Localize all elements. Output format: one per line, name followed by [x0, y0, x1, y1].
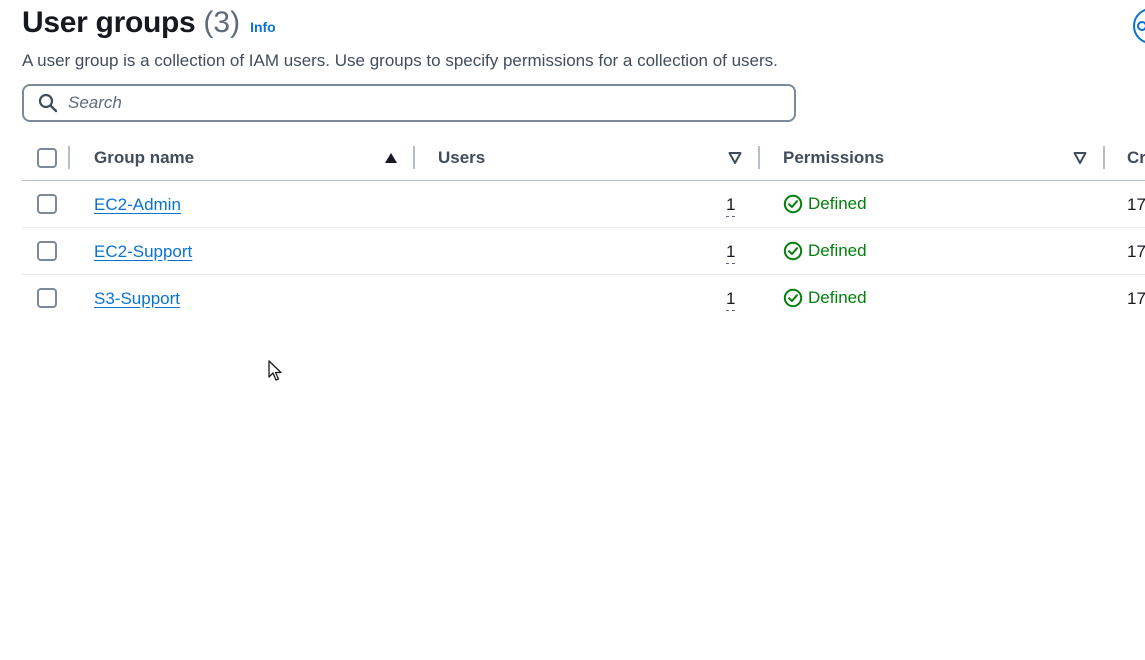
column-divider[interactable]	[758, 146, 760, 169]
column-divider[interactable]	[68, 146, 70, 169]
row-checkbox[interactable]	[37, 241, 57, 261]
column-header-users[interactable]: Users	[438, 148, 485, 168]
partial-icon	[1137, 21, 1145, 31]
caret-down-outline-icon[interactable]	[1073, 151, 1087, 165]
select-all-checkbox[interactable]	[37, 148, 57, 168]
caret-up-filled-icon[interactable]	[384, 151, 398, 165]
permissions-status: Defined	[783, 288, 867, 308]
group-name-link[interactable]: EC2-Support	[94, 242, 192, 262]
search-field[interactable]	[22, 84, 796, 122]
table-row[interactable]: S3-Support 1 Defined 17	[22, 275, 1145, 322]
search-input[interactable]	[68, 93, 748, 113]
permissions-status: Defined	[783, 241, 867, 261]
page-description: A user group is a collection of IAM user…	[22, 51, 778, 70]
user-groups-table: Group name Users Permissions Cr EC2-Admi…	[22, 134, 1145, 322]
info-link[interactable]: Info	[250, 19, 276, 35]
group-count: (3)	[203, 6, 241, 39]
permissions-status: Defined	[783, 194, 867, 214]
column-divider[interactable]	[413, 146, 415, 169]
column-divider[interactable]	[1103, 146, 1105, 169]
table-row[interactable]: EC2-Support 1 Defined 17	[22, 228, 1145, 275]
group-name-link[interactable]: EC2-Admin	[94, 195, 181, 215]
created-cell: 17	[1127, 195, 1145, 214]
permissions-label: Defined	[808, 194, 867, 213]
caret-down-outline-icon[interactable]	[728, 151, 742, 165]
users-count[interactable]: 1	[726, 289, 736, 311]
users-count[interactable]: 1	[726, 195, 736, 217]
table-header: Group name Users Permissions Cr	[22, 134, 1145, 181]
permissions-label: Defined	[808, 288, 867, 307]
corner-action-button[interactable]	[1133, 8, 1145, 44]
user-groups-page: User groups (3) Info A user group is a c…	[0, 0, 1145, 660]
users-count[interactable]: 1	[726, 242, 736, 264]
check-circle-icon	[783, 194, 803, 214]
column-header-created[interactable]: Cr	[1127, 148, 1145, 168]
created-cell: 17	[1127, 289, 1145, 308]
permissions-label: Defined	[808, 241, 867, 260]
table-row[interactable]: EC2-Admin 1 Defined 17	[22, 181, 1145, 228]
column-header-permissions[interactable]: Permissions	[783, 148, 884, 168]
group-name-link[interactable]: S3-Support	[94, 289, 180, 309]
mouse-pointer-icon	[268, 360, 282, 381]
check-circle-icon	[783, 288, 803, 308]
column-header-group-name[interactable]: Group name	[94, 148, 194, 168]
page-title: User groups	[22, 6, 196, 39]
created-cell: 17	[1127, 242, 1145, 261]
row-checkbox[interactable]	[37, 194, 57, 214]
page-header: User groups (3) Info	[22, 6, 276, 40]
check-circle-icon	[783, 241, 803, 261]
search-icon	[38, 93, 58, 113]
row-checkbox[interactable]	[37, 288, 57, 308]
